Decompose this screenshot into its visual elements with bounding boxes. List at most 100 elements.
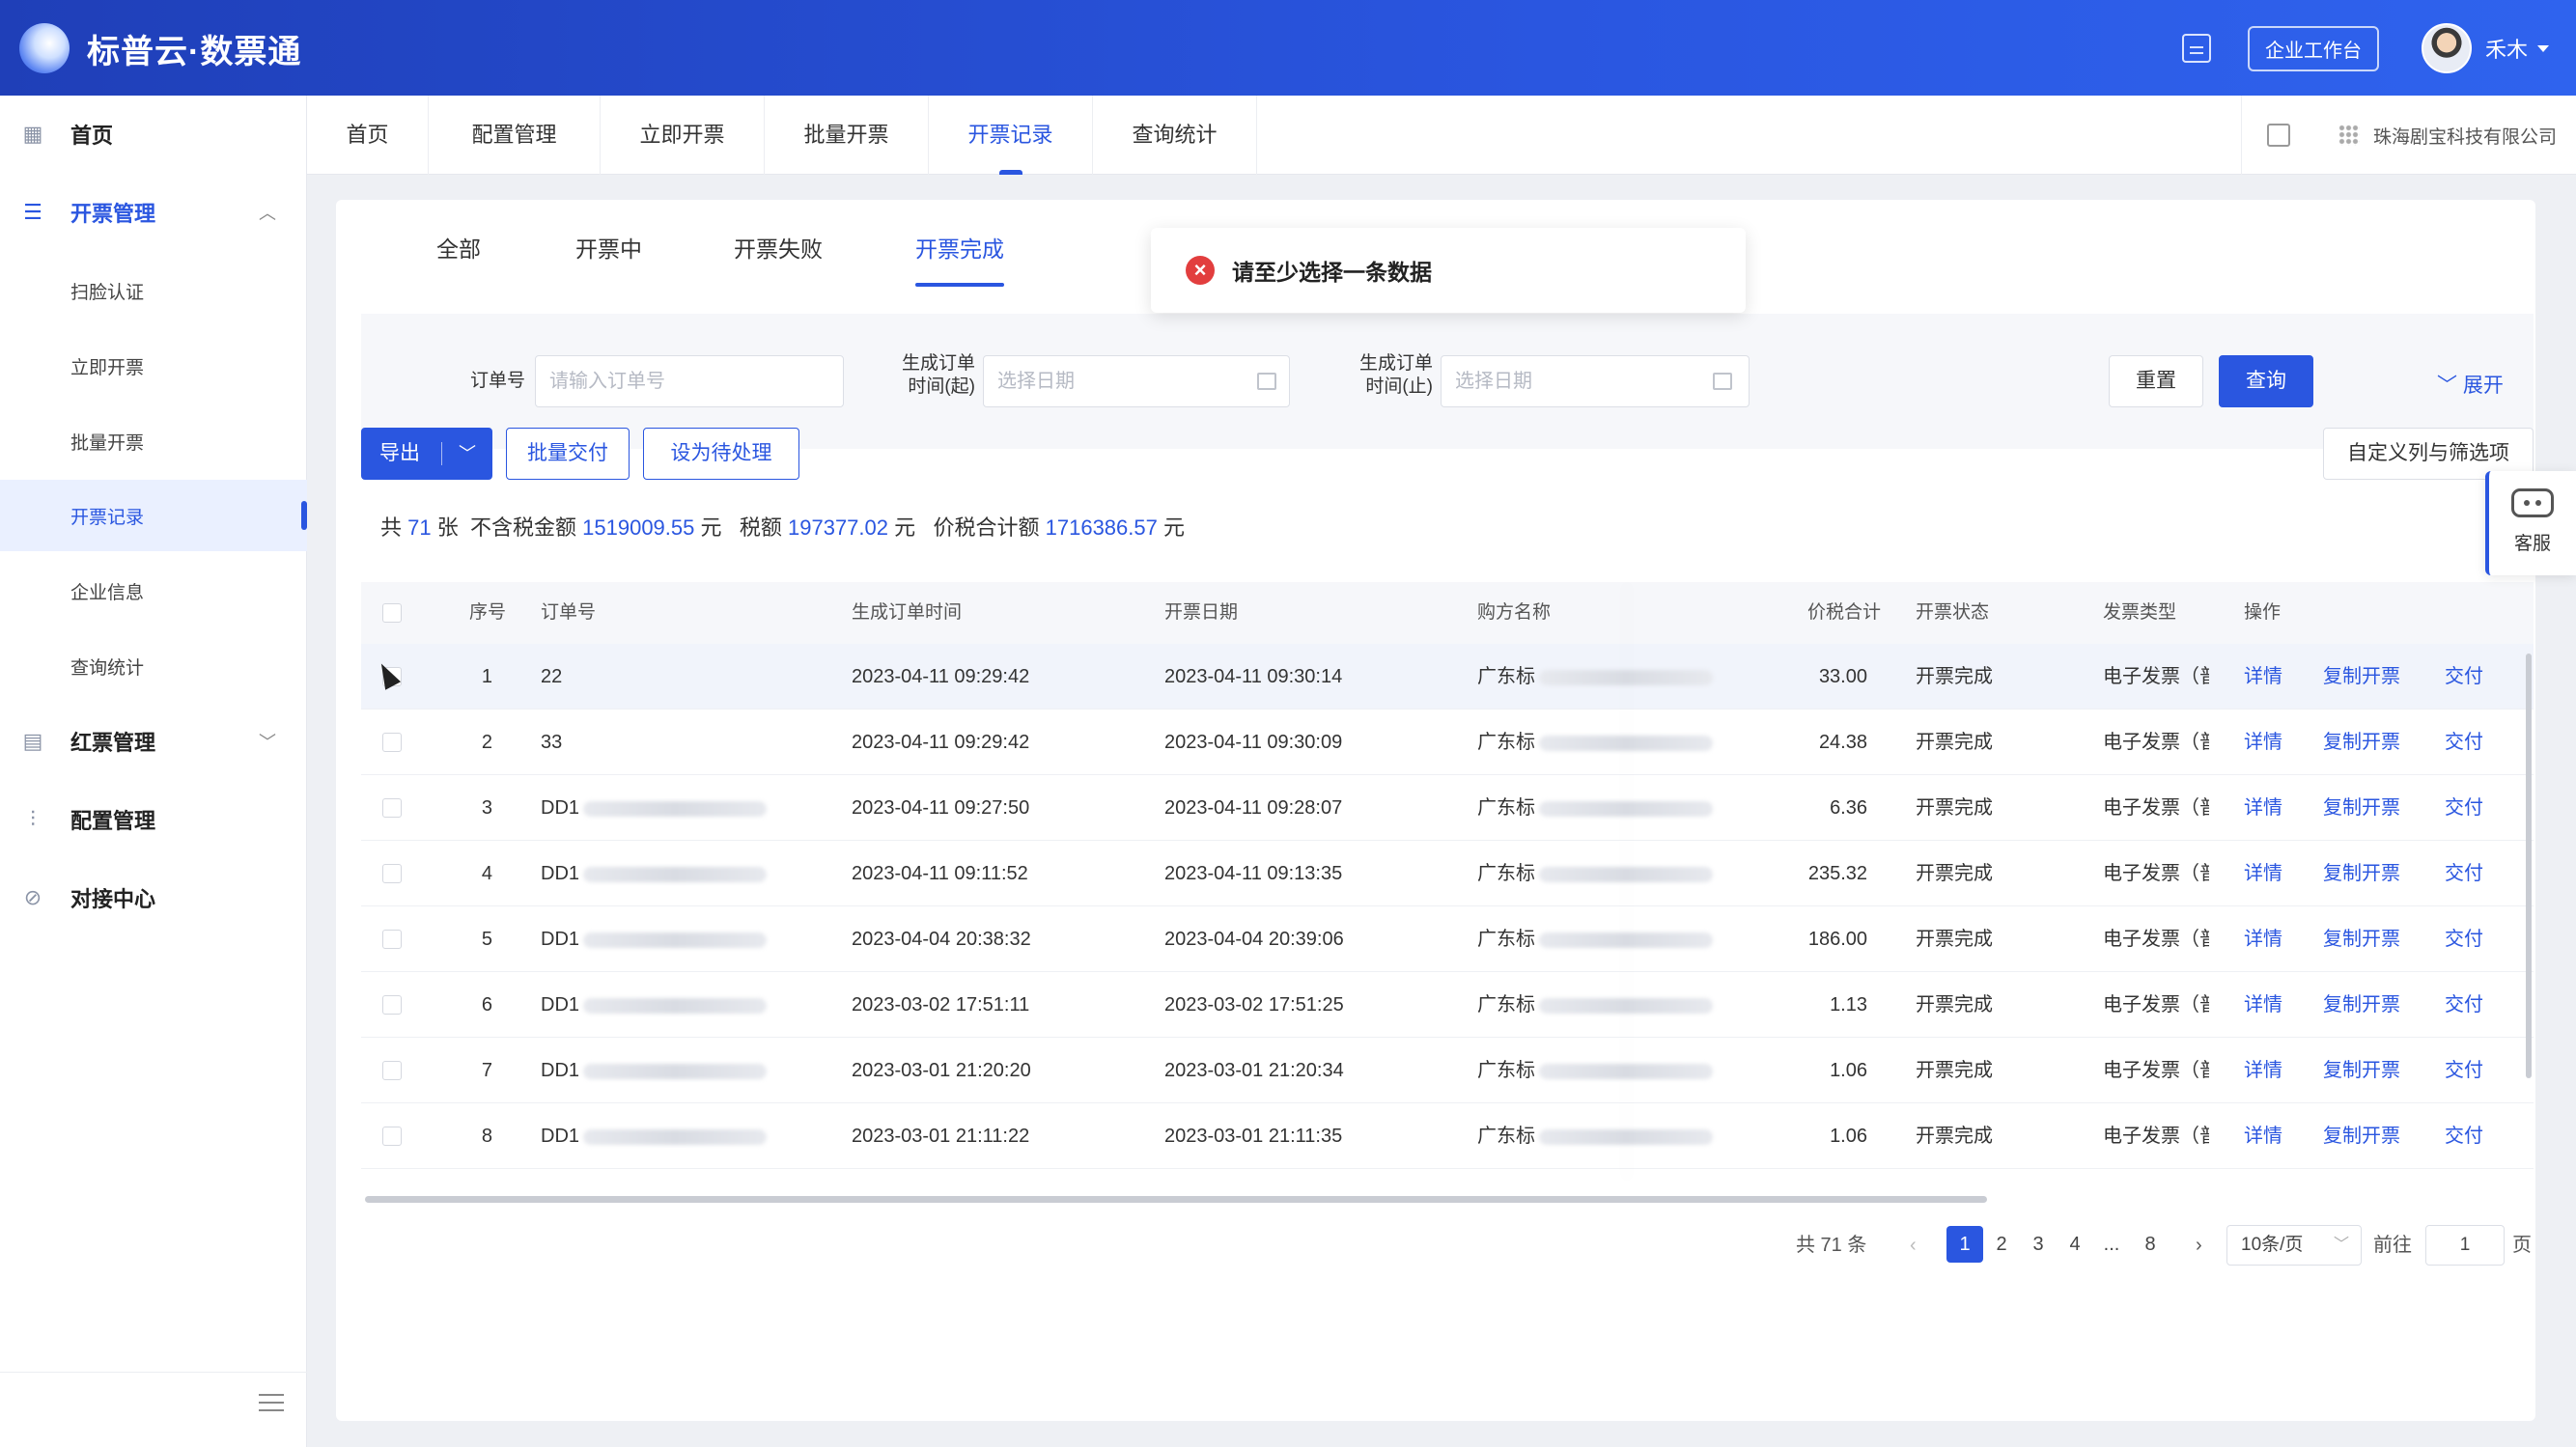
sidebar-item-invoice-records[interactable]: 开票记录: [0, 480, 307, 551]
copy-invoice-link[interactable]: 复制开票: [2323, 775, 2400, 841]
end-date-input[interactable]: [1441, 355, 1750, 407]
sidebar-group-invoice[interactable]: ☰ 开票管理 ︿: [0, 179, 307, 246]
message-icon[interactable]: [2181, 34, 2211, 63]
company-name[interactable]: 珠海剧宝科技有限公司: [2373, 123, 2557, 149]
order-number-input[interactable]: [535, 355, 844, 407]
row-checkbox[interactable]: [382, 1127, 402, 1146]
detail-link[interactable]: 详情: [2244, 906, 2282, 972]
row-checkbox[interactable]: [382, 930, 402, 949]
copy-invoice-link[interactable]: 复制开票: [2323, 906, 2400, 972]
chevron-down-icon[interactable]: [2537, 44, 2549, 52]
detail-link[interactable]: 详情: [2244, 841, 2282, 906]
goto-page-input[interactable]: 1: [2425, 1225, 2505, 1266]
table-row[interactable]: 4 DD1 2023-04-11 09:11:52 2023-04-11 09:13:…: [361, 841, 2534, 906]
detail-link[interactable]: 详情: [2244, 710, 2282, 775]
table-row[interactable]: 6 DD1 2023-03-02 17:51:11 2023-03-02 17:51:…: [361, 972, 2534, 1038]
sidebar-item-instant-invoice[interactable]: 立即开票: [0, 330, 307, 402]
table-row[interactable]: 1 22 2023-04-11 09:29:42 2023-04-11 09:30:1…: [361, 644, 2534, 710]
customer-service-widget[interactable]: 客服: [2485, 471, 2576, 575]
deliver-link[interactable]: 交付: [2445, 775, 2483, 841]
cell-buyer: 广东标: [1477, 775, 1777, 841]
subtab-in-progress[interactable]: 开票中: [575, 229, 642, 287]
deliver-link[interactable]: 交付: [2445, 710, 2483, 775]
sidebar-item-query-stats[interactable]: 查询统计: [0, 630, 307, 702]
sidebar-item-home[interactable]: ▦ 首页: [0, 100, 307, 168]
deliver-link[interactable]: 交付: [2445, 841, 2483, 906]
detail-link[interactable]: 详情: [2244, 972, 2282, 1038]
detail-link[interactable]: 详情: [2244, 1038, 2282, 1103]
deliver-link[interactable]: 交付: [2445, 972, 2483, 1038]
deliver-link[interactable]: 交付: [2445, 906, 2483, 972]
copy-invoice-link[interactable]: 复制开票: [2323, 841, 2400, 906]
page-8[interactable]: 8: [2132, 1226, 2169, 1263]
deliver-link[interactable]: 交付: [2445, 1103, 2483, 1169]
row-checkbox[interactable]: [382, 864, 402, 883]
app-logo[interactable]: 标普云·数票通: [19, 23, 301, 73]
start-date-input[interactable]: [983, 355, 1290, 407]
enterprise-workbench-button[interactable]: 企业工作台: [2247, 25, 2379, 71]
detail-link[interactable]: 详情: [2244, 644, 2282, 710]
sidebar-item-company-info[interactable]: 企业信息: [0, 555, 307, 626]
prev-page-icon[interactable]: ‹: [1910, 1226, 1917, 1265]
copy-invoice-link[interactable]: 复制开票: [2323, 710, 2400, 775]
sidebar-item-config[interactable]: ⫶ 配置管理: [0, 786, 307, 853]
batch-deliver-button[interactable]: 批量交付: [506, 428, 630, 480]
table-row[interactable]: 3 DD1 2023-04-11 09:27:50 2023-04-11 09:28:…: [361, 775, 2534, 841]
copy-icon[interactable]: [2266, 124, 2290, 147]
select-all-checkbox[interactable]: [382, 603, 402, 623]
tab-invoice-records[interactable]: 开票记录: [929, 96, 1093, 175]
next-page-icon[interactable]: ›: [2196, 1226, 2202, 1265]
column-header-amount: 价税合计: [1807, 602, 1882, 623]
username[interactable]: 禾木: [2485, 33, 2528, 64]
tab-config[interactable]: 配置管理: [429, 96, 601, 175]
subtab-all[interactable]: 全部: [436, 229, 481, 287]
calendar-icon[interactable]: [1257, 373, 1276, 390]
page-2[interactable]: 2: [1983, 1226, 2020, 1263]
query-button[interactable]: 查询: [2219, 355, 2313, 407]
row-checkbox[interactable]: [382, 798, 402, 818]
table-row[interactable]: 5 DD1 2023-04-04 20:38:32 2023-04-04 20:39:…: [361, 906, 2534, 972]
subtab-failed[interactable]: 开票失败: [734, 229, 823, 287]
calendar-icon[interactable]: [1713, 373, 1732, 390]
page-1[interactable]: 1: [1946, 1226, 1983, 1263]
detail-link[interactable]: 详情: [2244, 1103, 2282, 1169]
row-checkbox[interactable]: [382, 733, 402, 752]
error-icon: ×: [1186, 256, 1215, 285]
cell-order: DD1: [541, 972, 830, 1038]
sidebar-item-integration[interactable]: ⊘ 对接中心: [0, 864, 307, 932]
copy-invoice-link[interactable]: 复制开票: [2323, 1038, 2400, 1103]
table-row[interactable]: 7 DD1 2023-03-01 21:20:20 2023-03-01 21:20:…: [361, 1038, 2534, 1103]
chevron-down-icon[interactable]: ﹀: [459, 429, 476, 479]
row-checkbox[interactable]: [382, 1061, 402, 1080]
page-3[interactable]: 3: [2020, 1226, 2057, 1263]
subtab-completed[interactable]: 开票完成: [915, 229, 1004, 287]
row-checkbox[interactable]: [382, 995, 402, 1015]
copy-invoice-link[interactable]: 复制开票: [2323, 1103, 2400, 1169]
tab-home[interactable]: 首页: [307, 96, 429, 175]
copy-invoice-link[interactable]: 复制开票: [2323, 972, 2400, 1038]
page-4[interactable]: 4: [2057, 1226, 2093, 1263]
set-pending-button[interactable]: 设为待处理: [643, 428, 799, 480]
expand-filters-link[interactable]: ﹀ 展开: [2437, 370, 2504, 399]
sidebar-item-face-auth[interactable]: 扫脸认证: [0, 255, 307, 326]
page-size-select[interactable]: 10条/页 ﹀: [2226, 1225, 2362, 1266]
reset-button[interactable]: 重置: [2109, 355, 2203, 407]
vertical-scrollbar[interactable]: [2526, 654, 2532, 1078]
tab-batch-invoice[interactable]: 批量开票: [765, 96, 929, 175]
page-ellipsis[interactable]: ...: [2093, 1226, 2130, 1263]
sidebar-item-batch-invoice[interactable]: 批量开票: [0, 405, 307, 477]
avatar[interactable]: [2421, 23, 2472, 73]
export-button[interactable]: 导出 ﹀: [361, 428, 492, 480]
table-row[interactable]: 8 DD1 2023-03-01 21:11:22 2023-03-01 21:11:…: [361, 1103, 2534, 1169]
deliver-link[interactable]: 交付: [2445, 644, 2483, 710]
copy-invoice-link[interactable]: 复制开票: [2323, 644, 2400, 710]
tab-instant-invoice[interactable]: 立即开票: [601, 96, 765, 175]
horizontal-scrollbar[interactable]: [365, 1196, 1987, 1203]
cell-no: 2: [481, 732, 492, 753]
menu-collapse-icon[interactable]: [259, 1402, 284, 1404]
sidebar-group-red-invoice[interactable]: ▤ 红票管理 ﹀: [0, 708, 307, 775]
table-row[interactable]: 2 33 2023-04-11 09:29:42 2023-04-11 09:30:0…: [361, 710, 2534, 775]
tab-query-stats[interactable]: 查询统计: [1093, 96, 1257, 175]
detail-link[interactable]: 详情: [2244, 775, 2282, 841]
deliver-link[interactable]: 交付: [2445, 1038, 2483, 1103]
